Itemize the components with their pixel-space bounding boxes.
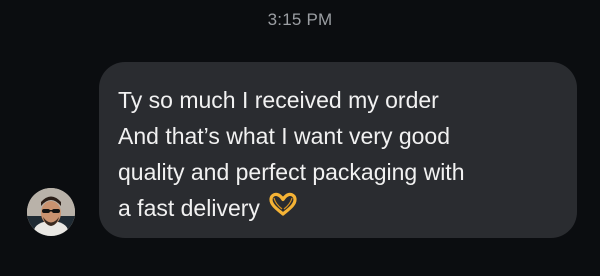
message-line-4-text: a fast delivery (118, 195, 260, 221)
received-message-row: Ty so much I received my order And that’… (0, 0, 600, 276)
message-line-2: And that’s what I want very good (118, 123, 450, 149)
avatar[interactable] (27, 188, 75, 236)
person-with-sunglasses-avatar-icon (27, 188, 75, 236)
heart-hands-emoji-icon (268, 190, 298, 226)
message-line-3: quality and perfect packaging with (118, 159, 465, 185)
message-line-1: Ty so much I received my order (118, 87, 439, 113)
message-bubble[interactable]: Ty so much I received my order And that’… (99, 62, 577, 238)
message-line-4: a fast delivery (118, 190, 559, 226)
